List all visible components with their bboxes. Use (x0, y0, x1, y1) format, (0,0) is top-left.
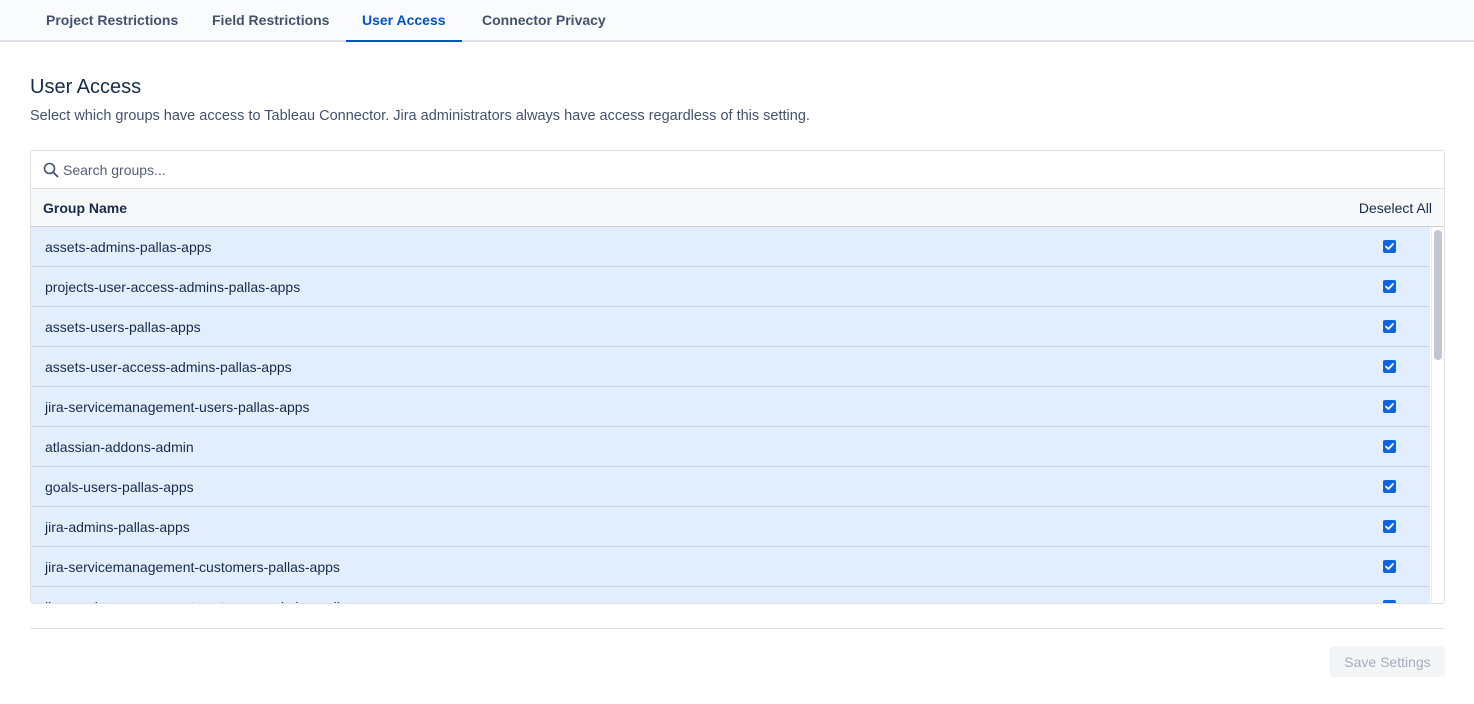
checkmark-icon (1385, 403, 1394, 410)
save-settings-button[interactable]: Save Settings (1330, 646, 1445, 677)
page-title: User Access (30, 76, 142, 98)
checkmark-icon (1385, 523, 1394, 530)
tab-connector-privacy[interactable]: Connector Privacy (466, 0, 622, 42)
table-row[interactable]: jira-servicemanagement-customers-admins-… (31, 587, 1430, 604)
group-checkbox[interactable] (1383, 600, 1396, 604)
deselect-all-button[interactable]: Deselect All (1359, 200, 1432, 216)
table-row[interactable]: atlassian-addons-admin (31, 427, 1430, 467)
group-checkbox[interactable] (1383, 360, 1396, 373)
checkmark-icon (1385, 243, 1394, 250)
footer-divider (30, 628, 1445, 629)
table-row[interactable]: jira-servicemanagement-customers-pallas-… (31, 547, 1430, 587)
table-row[interactable]: assets-user-access-admins-pallas-apps (31, 347, 1430, 387)
group-name: jira-servicemanagement-customers-pallas-… (45, 559, 340, 575)
groups-panel: Group Name Deselect All assets-admins-pa… (30, 150, 1445, 604)
groups-table-body[interactable]: assets-admins-pallas-apps projects-user-a… (31, 227, 1430, 604)
group-checkbox[interactable] (1383, 520, 1396, 533)
table-header: Group Name Deselect All (31, 189, 1444, 227)
tab-project-restrictions[interactable]: Project Restrictions (30, 0, 194, 42)
page-description: Select which groups have access to Table… (30, 108, 810, 124)
table-row[interactable]: jira-admins-pallas-apps (31, 507, 1430, 547)
checkmark-icon (1385, 283, 1394, 290)
group-checkbox[interactable] (1383, 400, 1396, 413)
group-checkbox[interactable] (1383, 280, 1396, 293)
group-name: projects-user-access-admins-pallas-apps (45, 279, 301, 295)
table-row[interactable]: goals-users-pallas-apps (31, 467, 1430, 507)
search-bar (31, 151, 1444, 189)
table-row[interactable]: jira-servicemanagement-users-pallas-apps (31, 387, 1430, 427)
group-name: assets-admins-pallas-apps (45, 239, 212, 255)
checkmark-icon (1385, 363, 1394, 370)
table-row[interactable]: assets-admins-pallas-apps (31, 227, 1430, 267)
scrollbar-thumb[interactable] (1434, 230, 1442, 360)
tab-field-restrictions[interactable]: Field Restrictions (196, 0, 345, 42)
group-name: assets-user-access-admins-pallas-apps (45, 359, 292, 375)
table-row[interactable]: projects-user-access-admins-pallas-apps (31, 267, 1430, 307)
group-checkbox[interactable] (1383, 560, 1396, 573)
column-header-group-name: Group Name (43, 200, 128, 216)
checkmark-icon (1385, 483, 1394, 490)
group-checkbox[interactable] (1383, 480, 1396, 493)
group-name: assets-users-pallas-apps (45, 319, 201, 335)
search-groups-input[interactable] (63, 155, 1433, 185)
group-checkbox[interactable] (1383, 320, 1396, 333)
group-name: jira-servicemanagement-users-pallas-apps (45, 399, 310, 415)
group-checkbox[interactable] (1383, 440, 1396, 453)
table-row[interactable]: assets-users-pallas-apps (31, 307, 1430, 347)
checkmark-icon (1384, 601, 1395, 604)
checkmark-icon (1385, 323, 1394, 330)
group-name: goals-users-pallas-apps (45, 479, 194, 495)
group-name: atlassian-addons-admin (45, 439, 194, 455)
tab-bar: Project Restrictions Field Restrictions … (0, 0, 1474, 42)
tab-user-access[interactable]: User Access (346, 0, 462, 42)
search-icon (43, 162, 59, 178)
group-name: jira-servicemanagement-customers-admins-… (45, 599, 390, 603)
group-checkbox[interactable] (1383, 240, 1396, 253)
scrollbar[interactable] (1431, 227, 1444, 603)
group-name: jira-admins-pallas-apps (45, 519, 190, 535)
checkmark-icon (1385, 563, 1394, 570)
checkmark-icon (1385, 443, 1394, 450)
